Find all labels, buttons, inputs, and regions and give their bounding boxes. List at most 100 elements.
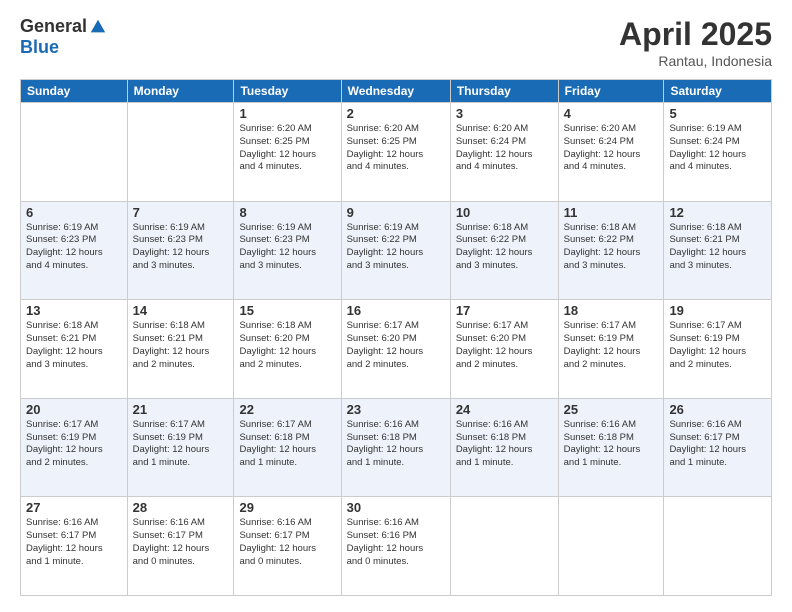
day-info: Sunrise: 6:20 AM Sunset: 6:24 PM Dayligh… xyxy=(564,123,659,174)
table-row: 23 Sunrise: 6:16 AM Sunset: 6:18 PM Dayli… xyxy=(341,398,450,497)
table-row: 15 Sunrise: 6:18 AM Sunset: 6:20 PM Dayli… xyxy=(234,300,341,399)
day-number: 1 xyxy=(239,106,335,121)
day-info: Sunrise: 6:17 AM Sunset: 6:19 PM Dayligh… xyxy=(26,419,122,470)
main-title: April 2025 xyxy=(619,16,772,53)
day-number: 23 xyxy=(347,402,445,417)
table-row: 28 Sunrise: 6:16 AM Sunset: 6:17 PM Dayli… xyxy=(127,497,234,596)
page: General Blue April 2025 Rantau, Indonesi… xyxy=(0,0,792,612)
day-info: Sunrise: 6:20 AM Sunset: 6:25 PM Dayligh… xyxy=(347,123,445,174)
table-row: 13Sunrise: 6:18 AM Sunset: 6:21 PM Dayli… xyxy=(21,300,128,399)
day-info: Sunrise: 6:20 AM Sunset: 6:25 PM Dayligh… xyxy=(239,123,335,174)
table-row xyxy=(558,497,664,596)
day-info: Sunrise: 6:20 AM Sunset: 6:24 PM Dayligh… xyxy=(456,123,553,174)
table-row: 25Sunrise: 6:16 AM Sunset: 6:18 PM Dayli… xyxy=(558,398,664,497)
day-info: Sunrise: 6:19 AM Sunset: 6:23 PM Dayligh… xyxy=(26,222,122,273)
table-row: 30 Sunrise: 6:16 AM Sunset: 6:16 PM Dayli… xyxy=(341,497,450,596)
table-row: 6 Sunrise: 6:19 AM Sunset: 6:23 PM Daylig… xyxy=(21,201,128,300)
day-info: Sunrise: 6:16 AM Sunset: 6:16 PM Dayligh… xyxy=(347,517,445,568)
day-info: Sunrise: 6:19 AM Sunset: 6:23 PM Dayligh… xyxy=(239,222,335,273)
day-number: 29 xyxy=(239,500,335,515)
day-info: Sunrise: 6:16 AM Sunset: 6:17 PM Dayligh… xyxy=(669,419,766,470)
calendar-week-row: 13Sunrise: 6:18 AM Sunset: 6:21 PM Dayli… xyxy=(21,300,772,399)
table-row: 29 Sunrise: 6:16 AM Sunset: 6:17 PM Dayli… xyxy=(234,497,341,596)
table-row xyxy=(664,497,772,596)
table-row xyxy=(21,103,128,202)
table-row: 10 Sunrise: 6:18 AM Sunset: 6:22 PM Dayli… xyxy=(450,201,558,300)
day-info: Sunrise: 6:16 AM Sunset: 6:17 PM Dayligh… xyxy=(239,517,335,568)
table-row: 20 Sunrise: 6:17 AM Sunset: 6:19 PM Dayli… xyxy=(21,398,128,497)
day-number: 28 xyxy=(133,500,229,515)
day-number: 8 xyxy=(239,205,335,220)
table-row: 8 Sunrise: 6:19 AM Sunset: 6:23 PM Daylig… xyxy=(234,201,341,300)
calendar-header-row: Sunday Monday Tuesday Wednesday Thursday… xyxy=(21,80,772,103)
table-row: 12Sunrise: 6:18 AM Sunset: 6:21 PM Dayli… xyxy=(664,201,772,300)
table-row: 16 Sunrise: 6:17 AM Sunset: 6:20 PM Dayli… xyxy=(341,300,450,399)
day-info: Sunrise: 6:19 AM Sunset: 6:22 PM Dayligh… xyxy=(347,222,445,273)
day-info: Sunrise: 6:18 AM Sunset: 6:22 PM Dayligh… xyxy=(456,222,553,273)
day-number: 14 xyxy=(133,303,229,318)
day-number: 2 xyxy=(347,106,445,121)
table-row: 5 Sunrise: 6:19 AM Sunset: 6:24 PM Daylig… xyxy=(664,103,772,202)
day-info: Sunrise: 6:17 AM Sunset: 6:19 PM Dayligh… xyxy=(133,419,229,470)
day-info: Sunrise: 6:16 AM Sunset: 6:18 PM Dayligh… xyxy=(347,419,445,470)
day-number: 6 xyxy=(26,205,122,220)
col-wednesday: Wednesday xyxy=(341,80,450,103)
day-info: Sunrise: 6:19 AM Sunset: 6:23 PM Dayligh… xyxy=(133,222,229,273)
table-row: 14Sunrise: 6:18 AM Sunset: 6:21 PM Dayli… xyxy=(127,300,234,399)
day-info: Sunrise: 6:18 AM Sunset: 6:21 PM Dayligh… xyxy=(26,320,122,371)
day-info: Sunrise: 6:19 AM Sunset: 6:24 PM Dayligh… xyxy=(669,123,766,174)
table-row: 11 Sunrise: 6:18 AM Sunset: 6:22 PM Dayli… xyxy=(558,201,664,300)
calendar-week-row: 20 Sunrise: 6:17 AM Sunset: 6:19 PM Dayli… xyxy=(21,398,772,497)
day-number: 12 xyxy=(669,205,766,220)
table-row: 24Sunrise: 6:16 AM Sunset: 6:18 PM Dayli… xyxy=(450,398,558,497)
table-row: 2 Sunrise: 6:20 AM Sunset: 6:25 PM Daylig… xyxy=(341,103,450,202)
table-row: 3 Sunrise: 6:20 AM Sunset: 6:24 PM Daylig… xyxy=(450,103,558,202)
day-info: Sunrise: 6:17 AM Sunset: 6:19 PM Dayligh… xyxy=(564,320,659,371)
logo-icon xyxy=(89,18,107,36)
title-block: April 2025 Rantau, Indonesia xyxy=(619,16,772,69)
table-row: 27 Sunrise: 6:16 AM Sunset: 6:17 PM Dayli… xyxy=(21,497,128,596)
table-row: 21Sunrise: 6:17 AM Sunset: 6:19 PM Dayli… xyxy=(127,398,234,497)
day-number: 5 xyxy=(669,106,766,121)
table-row: 1 Sunrise: 6:20 AM Sunset: 6:25 PM Daylig… xyxy=(234,103,341,202)
day-number: 9 xyxy=(347,205,445,220)
table-row xyxy=(450,497,558,596)
day-number: 30 xyxy=(347,500,445,515)
day-info: Sunrise: 6:18 AM Sunset: 6:22 PM Dayligh… xyxy=(564,222,659,273)
table-row: 4 Sunrise: 6:20 AM Sunset: 6:24 PM Daylig… xyxy=(558,103,664,202)
day-number: 22 xyxy=(239,402,335,417)
day-number: 18 xyxy=(564,303,659,318)
day-number: 4 xyxy=(564,106,659,121)
col-friday: Friday xyxy=(558,80,664,103)
day-info: Sunrise: 6:17 AM Sunset: 6:18 PM Dayligh… xyxy=(239,419,335,470)
day-number: 25 xyxy=(564,402,659,417)
table-row: 17Sunrise: 6:17 AM Sunset: 6:20 PM Dayli… xyxy=(450,300,558,399)
day-info: Sunrise: 6:16 AM Sunset: 6:17 PM Dayligh… xyxy=(133,517,229,568)
day-info: Sunrise: 6:17 AM Sunset: 6:20 PM Dayligh… xyxy=(456,320,553,371)
day-number: 27 xyxy=(26,500,122,515)
day-number: 3 xyxy=(456,106,553,121)
day-number: 7 xyxy=(133,205,229,220)
day-number: 11 xyxy=(564,205,659,220)
col-saturday: Saturday xyxy=(664,80,772,103)
day-number: 15 xyxy=(239,303,335,318)
logo-blue-text: Blue xyxy=(20,37,59,57)
day-info: Sunrise: 6:16 AM Sunset: 6:17 PM Dayligh… xyxy=(26,517,122,568)
logo-text: General xyxy=(20,16,107,37)
table-row: 7 Sunrise: 6:19 AM Sunset: 6:23 PM Daylig… xyxy=(127,201,234,300)
table-row: 9 Sunrise: 6:19 AM Sunset: 6:22 PM Daylig… xyxy=(341,201,450,300)
day-number: 20 xyxy=(26,402,122,417)
day-number: 10 xyxy=(456,205,553,220)
day-number: 16 xyxy=(347,303,445,318)
col-tuesday: Tuesday xyxy=(234,80,341,103)
table-row: 22 Sunrise: 6:17 AM Sunset: 6:18 PM Dayli… xyxy=(234,398,341,497)
col-sunday: Sunday xyxy=(21,80,128,103)
col-thursday: Thursday xyxy=(450,80,558,103)
day-info: Sunrise: 6:16 AM Sunset: 6:18 PM Dayligh… xyxy=(456,419,553,470)
day-info: Sunrise: 6:17 AM Sunset: 6:19 PM Dayligh… xyxy=(669,320,766,371)
logo-general: General xyxy=(20,16,87,37)
table-row xyxy=(127,103,234,202)
day-info: Sunrise: 6:17 AM Sunset: 6:20 PM Dayligh… xyxy=(347,320,445,371)
table-row: 19Sunrise: 6:17 AM Sunset: 6:19 PM Dayli… xyxy=(664,300,772,399)
day-info: Sunrise: 6:18 AM Sunset: 6:20 PM Dayligh… xyxy=(239,320,335,371)
